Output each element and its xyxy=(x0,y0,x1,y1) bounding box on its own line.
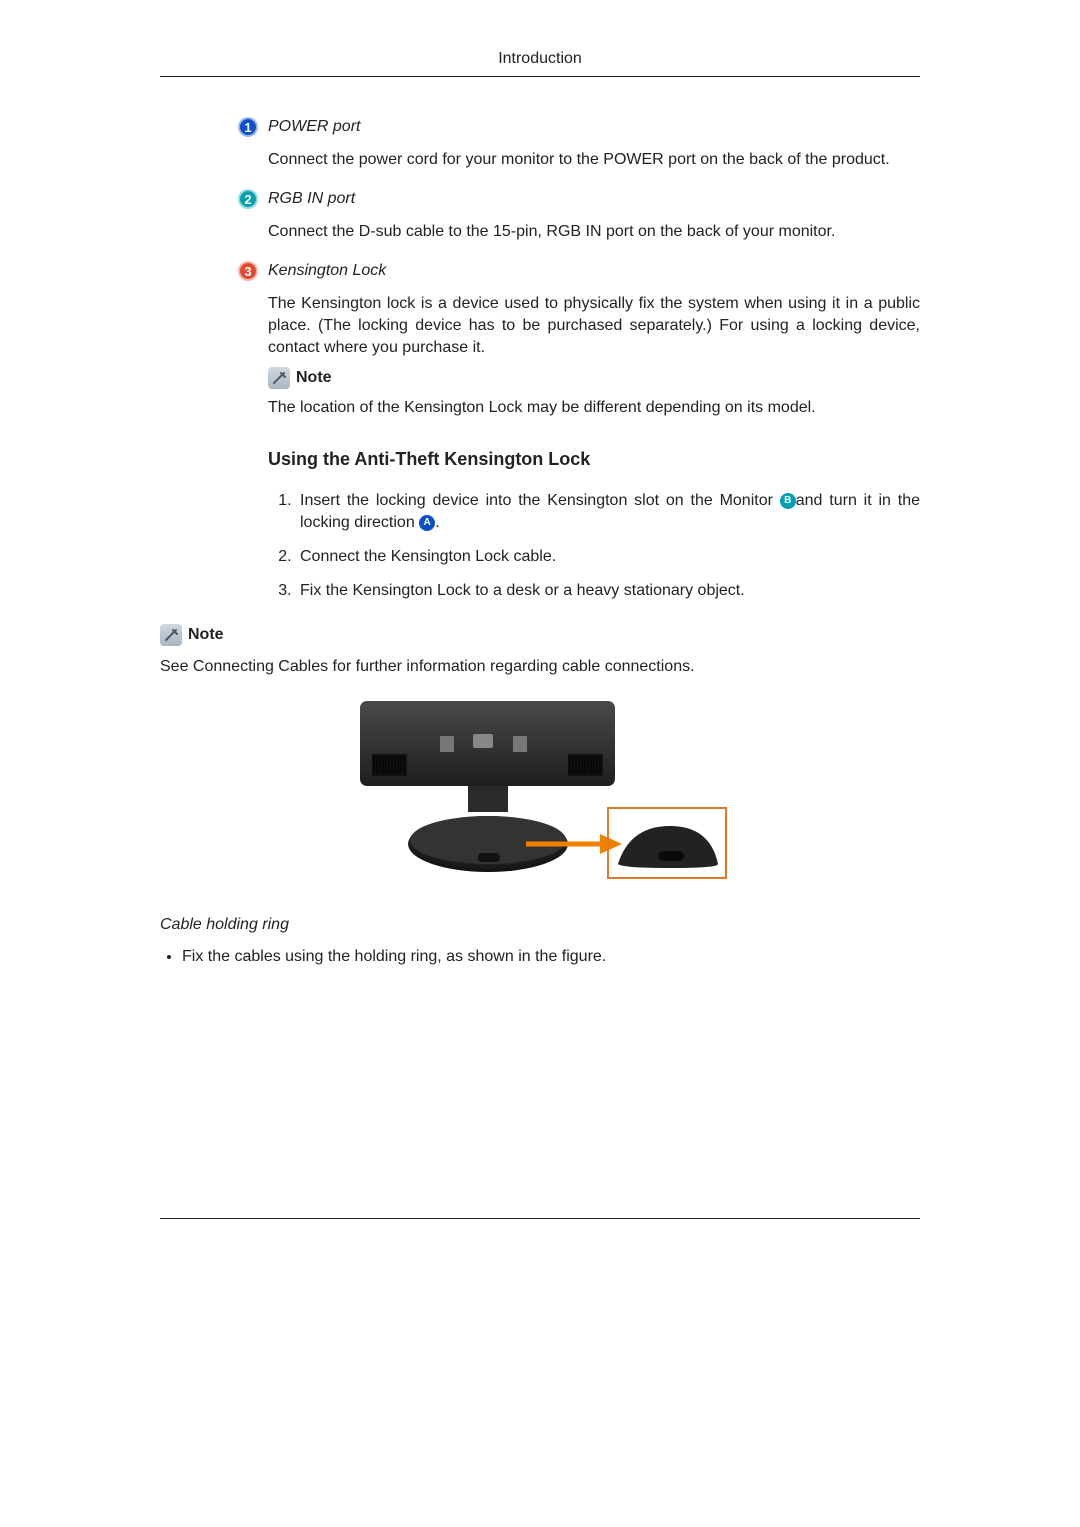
header-rule xyxy=(160,76,920,77)
monitor-rear-figure xyxy=(160,696,920,886)
note-1-row: Note xyxy=(268,367,920,389)
note-2-label: Note xyxy=(188,626,224,644)
note-icon xyxy=(268,367,290,389)
page-header-title: Introduction xyxy=(160,50,920,76)
item-1-body: Connect the power cord for your monitor … xyxy=(268,149,920,171)
item-1-row: 1 POWER port xyxy=(238,117,920,137)
cable-ring-bullets: Fix the cables using the holding ring, a… xyxy=(164,946,920,968)
note-2-row: Note xyxy=(160,624,920,646)
circled-number-1-icon: 1 xyxy=(238,117,258,137)
inline-badge-a-icon: A xyxy=(419,515,435,531)
step-1-text-a: Insert the locking device into the Kensi… xyxy=(300,492,780,509)
port-definitions: 1 POWER port Connect the power cord for … xyxy=(238,117,920,602)
item-2-row: 2 RGB IN port xyxy=(238,189,920,209)
note-2-body: See Connecting Cables for further inform… xyxy=(160,656,920,678)
document-page: Introduction 1 POWER port Connect the po… xyxy=(160,50,920,1219)
circled-number-3-icon: 3 xyxy=(238,261,258,281)
section-2-title: Using the Anti-Theft Kensington Lock xyxy=(268,449,920,470)
note-1-body: The location of the Kensington Lock may … xyxy=(268,397,920,419)
item-2-body: Connect the D-sub cable to the 15-pin, R… xyxy=(268,221,920,243)
note-1-label: Note xyxy=(296,369,332,387)
document-content: 1 POWER port Connect the power cord for … xyxy=(160,117,920,968)
note-icon xyxy=(160,624,182,646)
step-1-text-c: . xyxy=(435,514,439,531)
item-2-title: RGB IN port xyxy=(268,189,355,209)
item-3-body: The Kensington lock is a device used to … xyxy=(268,293,920,359)
circled-number-2-icon: 2 xyxy=(238,189,258,209)
step-3: Fix the Kensington Lock to a desk or a h… xyxy=(296,580,920,602)
step-1: Insert the locking device into the Kensi… xyxy=(296,490,920,534)
monitor-rear-illustration-icon xyxy=(350,696,730,881)
cable-ring-bullet-1: Fix the cables using the holding ring, a… xyxy=(182,946,920,968)
inline-badge-b-icon: B xyxy=(780,493,796,509)
footer-rule xyxy=(160,1218,920,1219)
kensington-steps: Insert the locking device into the Kensi… xyxy=(268,490,920,602)
item-3-title: Kensington Lock xyxy=(268,261,386,281)
step-2: Connect the Kensington Lock cable. xyxy=(296,546,920,568)
cable-ring-subheading: Cable holding ring xyxy=(160,916,920,934)
item-3-row: 3 Kensington Lock xyxy=(238,261,920,281)
item-1-title: POWER port xyxy=(268,117,360,137)
